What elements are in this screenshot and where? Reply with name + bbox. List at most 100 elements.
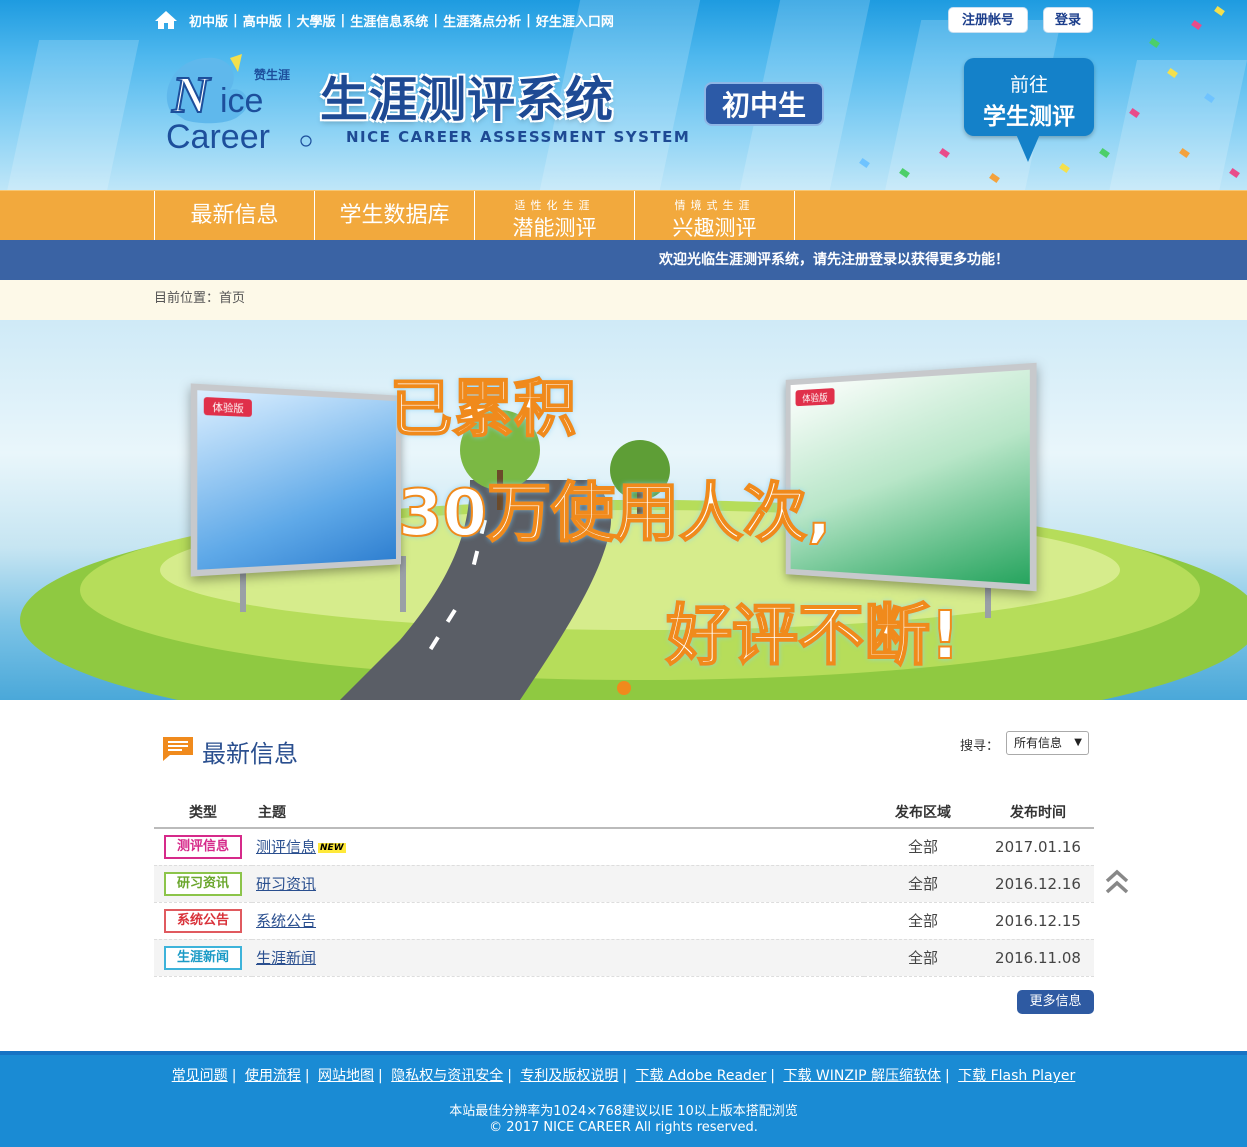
svg-text:ice: ice (220, 82, 263, 120)
nav-item-label: 兴趣测评 (672, 216, 757, 240)
column-header: 发布区域 (864, 796, 982, 829)
nav-item-caption: 情境式生涯 (674, 199, 755, 212)
footer-link-flash-player[interactable]: 下载 Flash Player (958, 1068, 1075, 1084)
category-filter-select[interactable]: 所有信息 ▼ (1006, 731, 1089, 755)
carousel-dot[interactable] (617, 681, 631, 695)
footer-note: 本站最佳分辨率为1024×768建议以IE 10以上版本搭配浏览 © 2017 … (0, 1104, 1247, 1136)
main-nav: 最新信息 学生数据库 适性化生涯 潜能测评 情境式生涯 兴趣测评 (0, 190, 1247, 241)
confetti (1149, 37, 1160, 49)
nav-divider (794, 191, 795, 241)
welcome-bar: 欢迎光临生涯测评系统，请先注册登录以获得更多功能！ (0, 240, 1247, 280)
confetti (859, 157, 870, 169)
home-icon[interactable] (154, 10, 178, 30)
top-link-placement-analysis[interactable]: 生涯落点分析 (438, 11, 526, 30)
type-tag: 生涯新闻 (164, 945, 242, 970)
logo-caption: 赞生涯 (254, 68, 291, 82)
separator: | (507, 1068, 512, 1084)
area-cell: 全部 (864, 939, 982, 977)
footer-link-adobe-reader[interactable]: 下载 Adobe Reader (636, 1068, 767, 1084)
column-header: 发布时间 (982, 796, 1094, 829)
grade-badge: 初中生 (704, 82, 824, 126)
news-link[interactable]: 生涯新闻 (256, 949, 316, 967)
new-badge: NEW (318, 843, 346, 854)
type-cell: 系统公告 (154, 902, 252, 940)
confetti (1099, 147, 1110, 159)
billboard-post (400, 556, 406, 612)
footer-link-privacy[interactable]: 隐私权与资讯安全 (391, 1068, 503, 1084)
more-info-button[interactable]: 更多信息 (1017, 990, 1094, 1014)
select-value: 所有信息 (1014, 736, 1063, 750)
date-cell: 2016.11.08 (982, 939, 1094, 977)
confetti (1214, 5, 1225, 17)
nav-latest-info[interactable]: 最新信息 (154, 191, 314, 241)
goto-line2: 学生测评 (983, 104, 1075, 130)
header: 初中版 | 高中版 | 大學版 | 生涯信息系统 | 生涯落点分析 | 好生涯入口网 注册… (0, 0, 1247, 190)
top-link-junior[interactable]: 初中版 (184, 11, 233, 30)
banner-line-1: 已累积 (389, 371, 577, 446)
separator: | (770, 1068, 775, 1084)
billboard-left: 体验版 (190, 383, 401, 577)
footer-link-copyright[interactable]: 专利及版权说明 (520, 1068, 618, 1084)
search-label: 搜寻： (960, 739, 1000, 754)
footer-link-faq[interactable]: 常见问题 (172, 1068, 228, 1084)
area-cell: 全部 (864, 828, 982, 866)
goto-student-assessment-button[interactable]: 前往 学生测评 (964, 58, 1094, 136)
subject-cell: 生涯新闻 (252, 939, 864, 977)
copyright-note: © 2017 NICE CAREER All rights reserved. (489, 1120, 758, 1135)
top-link-senior[interactable]: 高中版 (238, 11, 287, 30)
message-icon (163, 737, 193, 761)
footer-link-winzip[interactable]: 下载 WINZIP 解压缩软体 (783, 1068, 941, 1084)
back-to-top-icon[interactable] (1104, 868, 1130, 896)
breadcrumb: 目前位置：首页 (0, 280, 1247, 320)
area-cell: 全部 (864, 902, 982, 940)
separator: | (622, 1068, 628, 1084)
top-link-portal[interactable]: 好生涯入口网 (531, 11, 619, 30)
type-tag: 系统公告 (164, 908, 242, 933)
news-link[interactable]: 研习资讯 (256, 875, 316, 893)
confetti (1191, 19, 1202, 31)
type-cell: 研习资讯 (154, 865, 252, 903)
nav-student-database[interactable]: 学生数据库 (314, 191, 474, 241)
type-cell: 测评信息 (154, 828, 252, 866)
top-link-career-info[interactable]: 生涯信息系统 (345, 11, 433, 30)
chevron-down-icon: ▼ (1074, 737, 1082, 748)
news-table: 类型 主题 发布区域 发布时间 测评信息 测评信息 NEW 全部 2017.01.… (154, 796, 1094, 977)
date-cell: 2017.01.16 (982, 828, 1094, 866)
billboard-tag: 体验版 (203, 396, 252, 417)
footer-links: 常见问题 | 使用流程 | 网站地图 | 隐私权与资讯安全 | 专利及版权说明 | 下载 … (0, 1065, 1247, 1085)
footer-link-process[interactable]: 使用流程 (245, 1068, 301, 1084)
date-cell: 2016.12.15 (982, 902, 1094, 940)
nav-potential-assessment[interactable]: 适性化生涯 潜能测评 (474, 191, 634, 241)
table-row: 测评信息 测评信息 NEW 全部 2017.01.16 (154, 828, 1094, 866)
table-row: 生涯新闻 生涯新闻 全部 2016.11.08 (154, 939, 1094, 977)
type-cell: 生涯新闻 (154, 939, 252, 977)
table-row: 系统公告 系统公告 全部 2016.12.15 (154, 902, 1094, 940)
news-link[interactable]: 系统公告 (256, 912, 316, 930)
footer-link-sitemap[interactable]: 网站地图 (318, 1068, 374, 1084)
section-title: 最新信息 (202, 740, 298, 768)
site-subtitle: NICE CAREER ASSESSMENT SYSTEM (346, 128, 691, 146)
news-link[interactable]: 测评信息 (256, 838, 316, 856)
confetti (1229, 167, 1240, 179)
subject-cell: 测评信息 NEW (252, 828, 864, 866)
login-button[interactable]: 登录 (1043, 7, 1093, 33)
subject-cell: 研习资讯 (252, 865, 864, 903)
separator: | (944, 1068, 950, 1084)
svg-text:N: N (171, 67, 212, 124)
header-decor (0, 40, 140, 190)
nav-interest-assessment[interactable]: 情境式生涯 兴趣测评 (634, 191, 794, 241)
subject-cell: 系统公告 (252, 902, 864, 940)
type-tag: 研习资讯 (164, 871, 242, 896)
separator: | (231, 1068, 237, 1084)
site-title: 生涯测评系统 (320, 72, 615, 128)
banner-line-3: 好评不断! (665, 596, 961, 675)
banner-line-2: 30万使用人次, (397, 476, 832, 552)
resolution-note: 本站最佳分辨率为1024×768建议以IE 10以上版本搭配浏览 (449, 1104, 798, 1119)
top-link-university[interactable]: 大學版 (292, 11, 341, 30)
register-button[interactable]: 注册帐号 (948, 7, 1028, 33)
goto-line1: 前往 (1009, 74, 1048, 96)
billboard-tag: 体验版 (795, 388, 835, 407)
nice-career-logo: N ice Career (166, 54, 312, 155)
separator: | (304, 1068, 310, 1084)
separator: | (378, 1068, 383, 1084)
